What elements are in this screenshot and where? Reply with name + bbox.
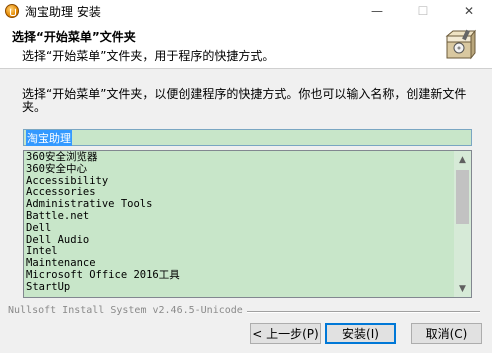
scroll-up-icon[interactable]: ▲ — [454, 151, 471, 168]
installer-box-icon — [445, 29, 477, 60]
folder-list-item[interactable]: Dell Audio — [26, 234, 454, 247]
folder-list-item[interactable]: 360安全浏览器 — [26, 151, 454, 164]
cancel-button[interactable]: 取消(C) — [411, 323, 482, 344]
start-menu-folder-list[interactable]: 360安全浏览器 360安全中心 Accessibility Accessories A… — [23, 150, 472, 298]
maximize-button[interactable]: ☐ — [400, 0, 446, 22]
folder-list-item[interactable]: Microsoft Office 2016工具 — [26, 269, 454, 282]
branding-text: Nullsoft Install System v2.46.5-Unicode — [8, 305, 247, 316]
folder-input-value: 淘宝助理 — [26, 129, 72, 146]
page-title: 选择“开始菜单”文件夹 — [12, 30, 136, 44]
back-button[interactable]: < 上一步(P) — [250, 323, 321, 344]
folder-list-item[interactable]: Battle.net — [26, 210, 454, 223]
start-menu-folder-input[interactable]: 淘宝助理 — [23, 129, 472, 146]
instructions-text: 选择“开始菜单”文件夹，以便创建程序的快捷方式。你也可以输入名称，创建新文件夹。 — [22, 87, 467, 114]
window-controls: — ☐ ✕ — [354, 0, 492, 22]
folder-list-scrollbar[interactable]: ▲ ▼ — [454, 151, 471, 297]
page-header: 选择“开始菜单”文件夹 选择“开始菜单”文件夹，用于程序的快捷方式。 — [0, 22, 492, 69]
taobao-assistant-app-icon — [5, 4, 19, 18]
minimize-button[interactable]: — — [354, 0, 400, 22]
folder-list-items: 360安全浏览器 360安全中心 Accessibility Accessories A… — [26, 151, 454, 294]
folder-list-item[interactable]: Administrative Tools — [26, 198, 454, 211]
folder-list-item[interactable]: StartUp — [26, 281, 454, 294]
branding-line: Nullsoft Install System v2.46.5-Unicode — [0, 305, 492, 317]
install-button[interactable]: 安装(I) — [325, 323, 396, 344]
folder-list-item[interactable]: 360安全中心 — [26, 163, 454, 176]
page-subtitle: 选择“开始菜单”文件夹，用于程序的快捷方式。 — [22, 49, 275, 63]
window-title: 淘宝助理 安装 — [25, 4, 101, 19]
folder-list-item[interactable]: Dell — [26, 222, 454, 235]
close-button[interactable]: ✕ — [446, 0, 492, 22]
scroll-down-icon[interactable]: ▼ — [454, 280, 471, 297]
scroll-thumb[interactable] — [456, 170, 469, 224]
title-bar: 淘宝助理 安装 — ☐ ✕ — [0, 0, 492, 22]
